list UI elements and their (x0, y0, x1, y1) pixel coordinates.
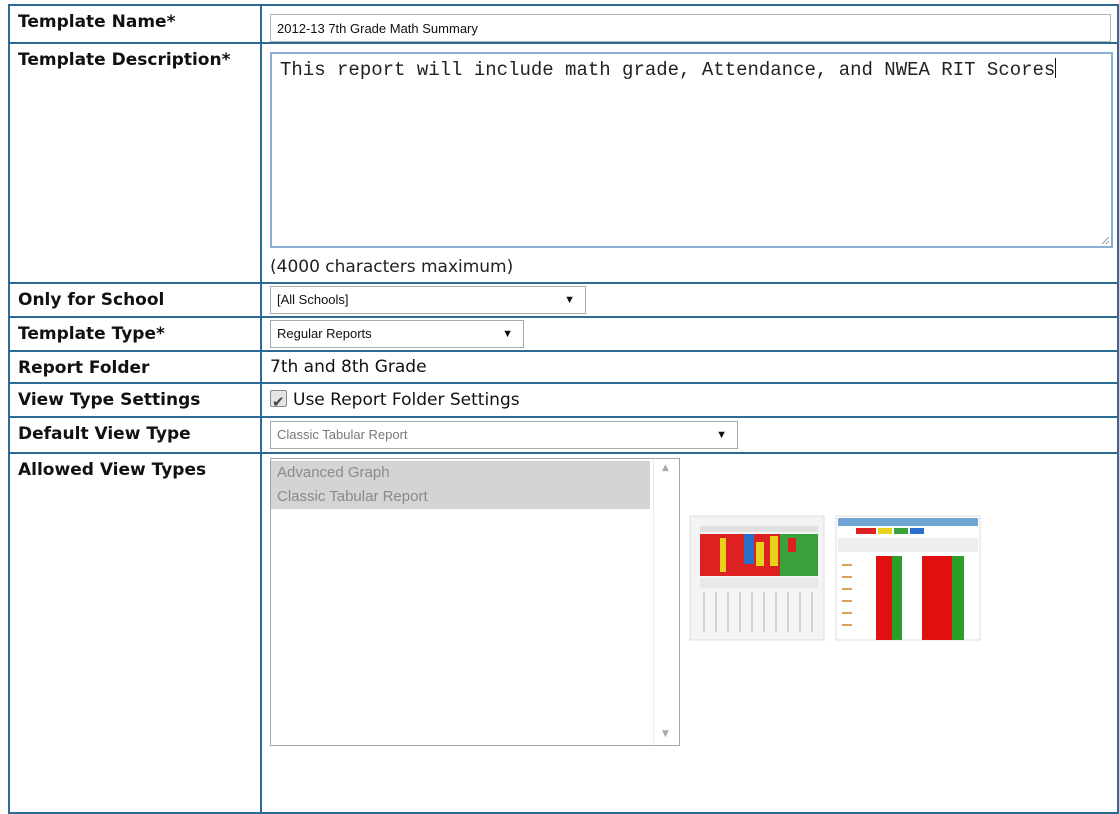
report-folder-value: 7th and 8th Grade (270, 357, 427, 377)
template-type-label: Template Type* (8, 316, 262, 352)
only-for-school-select[interactable]: [All Schools] ▼ (270, 286, 586, 314)
default-view-type-label: Default View Type (8, 416, 262, 454)
advanced-graph-thumbnail (689, 515, 825, 641)
use-folder-settings-label: Use Report Folder Settings (293, 390, 520, 410)
char-limit-hint: (4000 characters maximum) (270, 257, 514, 277)
text-caret (1055, 58, 1057, 78)
triangle-down-icon: ▼ (564, 294, 575, 306)
allowed-view-types-label: Allowed View Types (8, 452, 262, 814)
template-type-value: Regular Reports (277, 326, 372, 341)
default-view-type-value: Classic Tabular Report (277, 427, 408, 442)
template-description-label: Template Description* (8, 42, 262, 284)
template-name-label: Template Name* (8, 4, 262, 44)
list-item[interactable]: Advanced Graph (271, 461, 650, 485)
template-name-input[interactable]: 2012-13 7th Grade Math Summary (270, 14, 1111, 42)
triangle-down-icon: ▼ (502, 328, 513, 340)
listbox-scrollbar[interactable]: ▲ ▼ (653, 459, 679, 745)
only-for-school-value: [All Schools] (277, 292, 349, 307)
allowed-view-types-listbox[interactable]: Advanced Graph Classic Tabular Report ▲ … (270, 458, 680, 746)
list-item[interactable]: Classic Tabular Report (271, 485, 650, 509)
scroll-down-icon[interactable]: ▼ (662, 729, 669, 739)
template-name-value: 2012-13 7th Grade Math Summary (277, 21, 478, 36)
template-type-select[interactable]: Regular Reports ▼ (270, 320, 524, 348)
checkmark-icon: ✔ (272, 393, 285, 411)
default-view-type-select[interactable]: Classic Tabular Report ▼ (270, 421, 738, 449)
classic-tabular-thumbnail (835, 515, 981, 641)
only-for-school-label: Only for School (8, 282, 262, 318)
template-description-textarea[interactable]: This report will include math grade, Att… (270, 52, 1113, 248)
view-type-settings-label: View Type Settings (8, 382, 262, 418)
template-description-value: This report will include math grade, Att… (280, 59, 1056, 81)
use-folder-settings-checkbox[interactable]: ✔ (270, 390, 287, 411)
scroll-up-icon[interactable]: ▲ (662, 463, 669, 473)
view-type-preview-images (689, 515, 981, 641)
report-folder-label: Report Folder (8, 350, 262, 384)
template-form: Template Name* 2012-13 7th Grade Math Su… (8, 4, 1119, 814)
triangle-down-icon: ▼ (716, 429, 727, 441)
view-type-previews (684, 514, 984, 648)
resize-grip-icon[interactable] (1101, 236, 1109, 244)
